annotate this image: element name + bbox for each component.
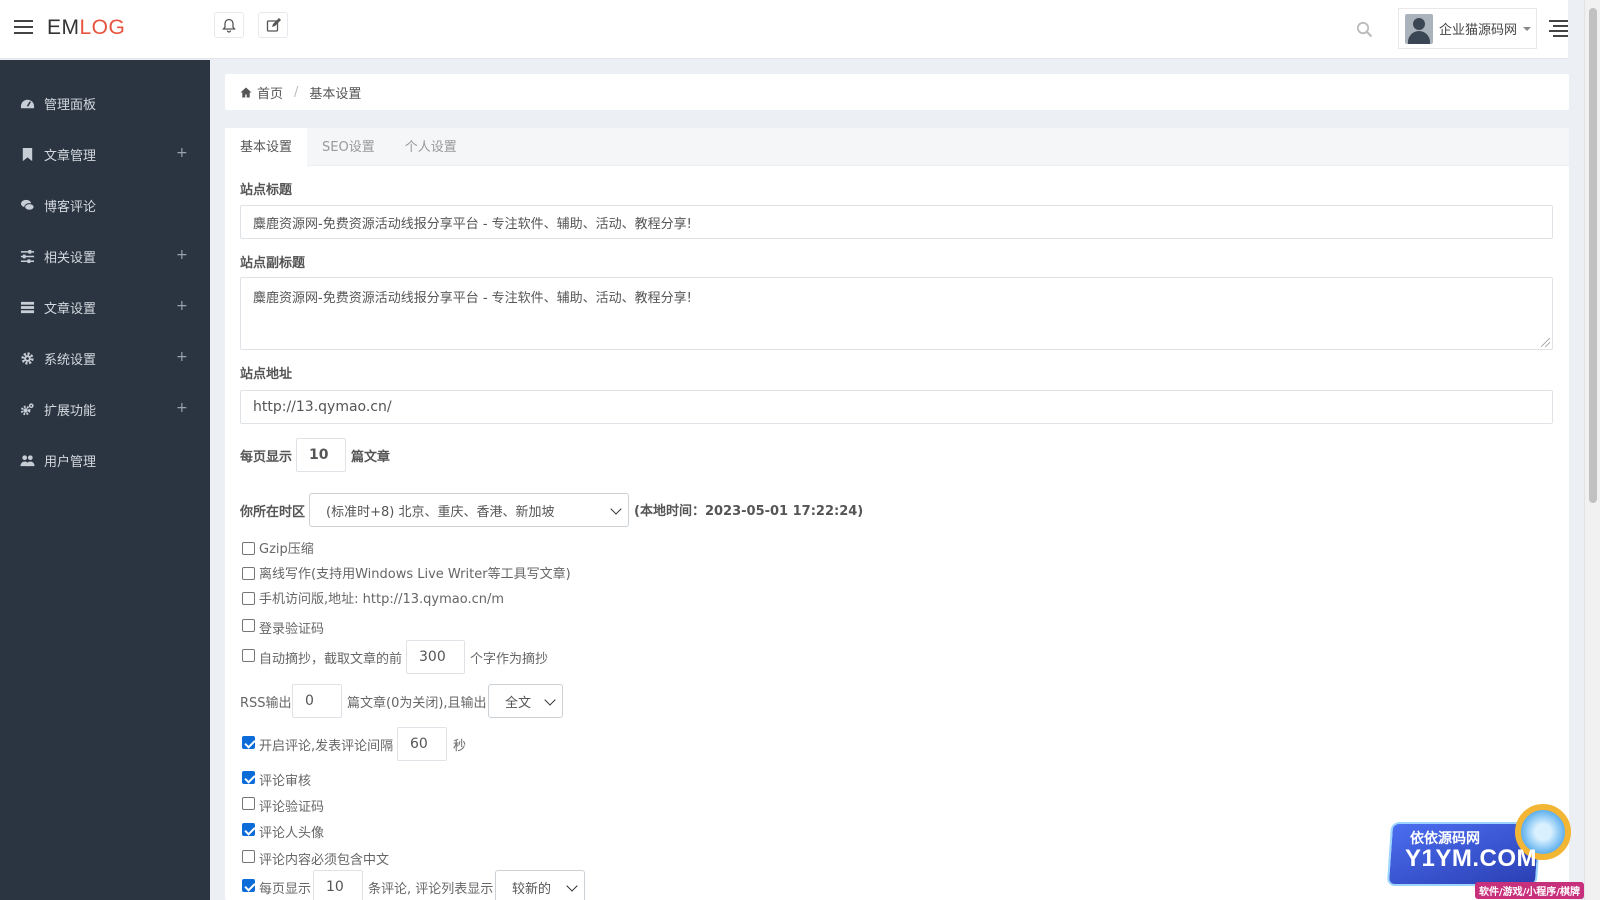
breadcrumb-home[interactable]: 首页: [240, 83, 283, 102]
notification-bell-button[interactable]: [214, 12, 244, 38]
comment-captcha-label: 评论验证码: [259, 800, 325, 815]
comment-chinese-label: 评论内容必须包含中文: [259, 853, 390, 868]
site-url-label: 站点地址: [240, 367, 293, 382]
per-page-input[interactable]: 10: [296, 438, 346, 472]
site-title-label: 站点标题: [240, 183, 293, 198]
excerpt-length-input[interactable]: 300: [406, 640, 465, 674]
comment-order-select[interactable]: 较新的: [495, 870, 585, 900]
comment-review-label: 评论审核: [259, 774, 312, 789]
sidebar-item-comments[interactable]: 博客评论: [0, 180, 210, 231]
bookmark-icon: [22, 147, 33, 162]
dashboard-icon: [20, 99, 35, 109]
expand-plus-icon: +: [176, 349, 188, 365]
tab-seo-settings[interactable]: SEO设置: [307, 128, 390, 166]
offline-writing-checkbox[interactable]: [242, 567, 255, 580]
comment-paging-middle: 条评论, 评论列表显示: [368, 882, 494, 897]
rss-middle-text: 篇文章(0为关闭),且输出: [347, 696, 487, 711]
resize-handle-icon[interactable]: [1541, 338, 1550, 347]
scrollbar-thumb[interactable]: [1589, 8, 1597, 503]
auto-excerpt-checkbox[interactable]: [242, 649, 255, 662]
expand-plus-icon: +: [176, 400, 188, 416]
rss-prefix: RSS输出: [240, 696, 292, 711]
timezone-label: 你所在时区: [240, 505, 306, 520]
watermark-line2: Y1YM.COM: [1405, 845, 1538, 872]
sidebar-item-articles[interactable]: 文章管理 +: [0, 129, 210, 180]
chevron-down-icon: [544, 694, 556, 706]
bell-icon: [222, 18, 236, 33]
gears-icon: [20, 403, 34, 416]
top-bar: EMLOG 企业猫源码网: [0, 0, 1568, 59]
site-subtitle-label: 站点副标题: [240, 256, 306, 271]
sidebar-item-extensions[interactable]: 扩展功能 +: [0, 384, 210, 435]
comment-review-checkbox[interactable]: [242, 771, 255, 784]
rss-count-input[interactable]: 0: [292, 684, 342, 718]
comment-enable-prefix: 开启评论,发表评论间隔: [259, 739, 394, 754]
rss-output-select[interactable]: 全文: [488, 684, 563, 718]
gzip-label: Gzip压缩: [259, 542, 314, 557]
comment-avatar-label: 评论人头像: [259, 826, 325, 841]
site-url-input[interactable]: http://13.qymao.cn/: [240, 390, 1553, 424]
user-name: 企业猫源码网: [1439, 23, 1518, 38]
home-icon: [240, 87, 252, 97]
offline-writing-label: 离线写作(支持用Windows Live Writer等工具写文章): [259, 567, 571, 582]
comment-paging-prefix: 每页显示: [259, 882, 312, 897]
site-subtitle-textarea[interactable]: 麋鹿资源网-免费资源活动线报分享平台 - 专注软件、辅助、活动、教程分享!: [240, 277, 1553, 350]
list-icon: [20, 301, 35, 314]
sidebar-item-dashboard[interactable]: 管理面板: [0, 78, 210, 129]
users-icon: [20, 455, 35, 467]
sliders-icon: [20, 249, 35, 264]
watermark-line3: 软件/游戏/小程序/棋牌: [1475, 882, 1584, 899]
comment-enable-checkbox[interactable]: [242, 736, 255, 749]
comment-interval-suffix: 秒: [453, 739, 467, 754]
sidebar-item-users[interactable]: 用户管理: [0, 435, 210, 486]
comment-avatar-checkbox[interactable]: [242, 823, 255, 836]
breadcrumb-current: 基本设置: [309, 86, 362, 102]
settings-panel: 基本设置 SEO设置 个人设置 站点标题 麋鹿资源网-免费资源活动线报分享平台 …: [225, 128, 1569, 900]
sidebar-item-system-settings[interactable]: 系统设置 +: [0, 333, 210, 384]
mobile-version-checkbox[interactable]: [242, 592, 255, 605]
caret-down-icon: [1523, 26, 1532, 31]
sidebar-item-article-settings[interactable]: 文章设置 +: [0, 282, 210, 333]
local-time: (本地时间：2023-05-01 17:22:24): [634, 504, 864, 519]
search-icon[interactable]: [1356, 21, 1373, 38]
comment-captcha-checkbox[interactable]: [242, 797, 255, 810]
sidebar-item-related-settings[interactable]: 相关设置 +: [0, 231, 210, 282]
expand-plus-icon: +: [176, 247, 188, 263]
chevron-down-icon: [610, 503, 622, 515]
chevron-down-icon: [566, 880, 578, 892]
app-logo[interactable]: EMLOG: [47, 16, 125, 40]
auto-excerpt-suffix: 个字作为摘抄: [470, 652, 549, 667]
login-captcha-label: 登录验证码: [259, 622, 325, 637]
watermark-logo: 依依源码网 Y1YM.COM 软件/游戏/小程序/棋牌: [1365, 800, 1600, 900]
comment-chinese-checkbox[interactable]: [242, 850, 255, 863]
comment-interval-input[interactable]: 60: [397, 727, 447, 761]
tab-basic-settings[interactable]: 基本设置: [225, 128, 308, 166]
auto-excerpt-prefix: 自动摘抄，截取文章的前: [259, 652, 403, 667]
avatar: [1405, 13, 1433, 44]
comments-icon: [20, 199, 35, 211]
user-menu[interactable]: 企业猫源码网: [1398, 8, 1537, 49]
comment-paging-checkbox[interactable]: [242, 879, 255, 892]
per-page-prefix: 每页显示: [240, 450, 293, 465]
edit-icon: [266, 17, 281, 32]
tab-personal-settings[interactable]: 个人设置: [390, 128, 472, 166]
comment-per-page-input[interactable]: 10: [313, 870, 363, 900]
sidebar-toggle-icon[interactable]: [14, 20, 33, 35]
expand-plus-icon: +: [176, 298, 188, 314]
per-page-suffix: 篇文章: [351, 450, 391, 465]
settings-tabs: 基本设置 SEO设置 个人设置: [225, 128, 1569, 166]
breadcrumb-separator: /: [294, 84, 299, 100]
sidebar: 管理面板 文章管理 + 博客评论 相关设置 + 文章设置 + 系统设置 + 扩展…: [0, 60, 210, 900]
page-scrollbar[interactable]: [1584, 0, 1600, 900]
mobile-version-label: 手机访问版,地址: http://13.qymao.cn/m: [259, 592, 505, 607]
site-title-input[interactable]: 麋鹿资源网-免费资源活动线报分享平台 - 专注软件、辅助、活动、教程分享!: [240, 205, 1553, 239]
gear-icon: [21, 352, 34, 365]
breadcrumb: 首页 / 基本设置: [225, 74, 1569, 110]
login-captcha-checkbox[interactable]: [242, 619, 255, 632]
timezone-select[interactable]: (标准时+8) 北京、重庆、香港、新加坡: [309, 493, 629, 527]
write-article-button[interactable]: [258, 12, 288, 38]
expand-plus-icon: +: [176, 145, 188, 161]
gzip-checkbox[interactable]: [242, 542, 255, 555]
right-menu-icon[interactable]: [1549, 20, 1568, 37]
